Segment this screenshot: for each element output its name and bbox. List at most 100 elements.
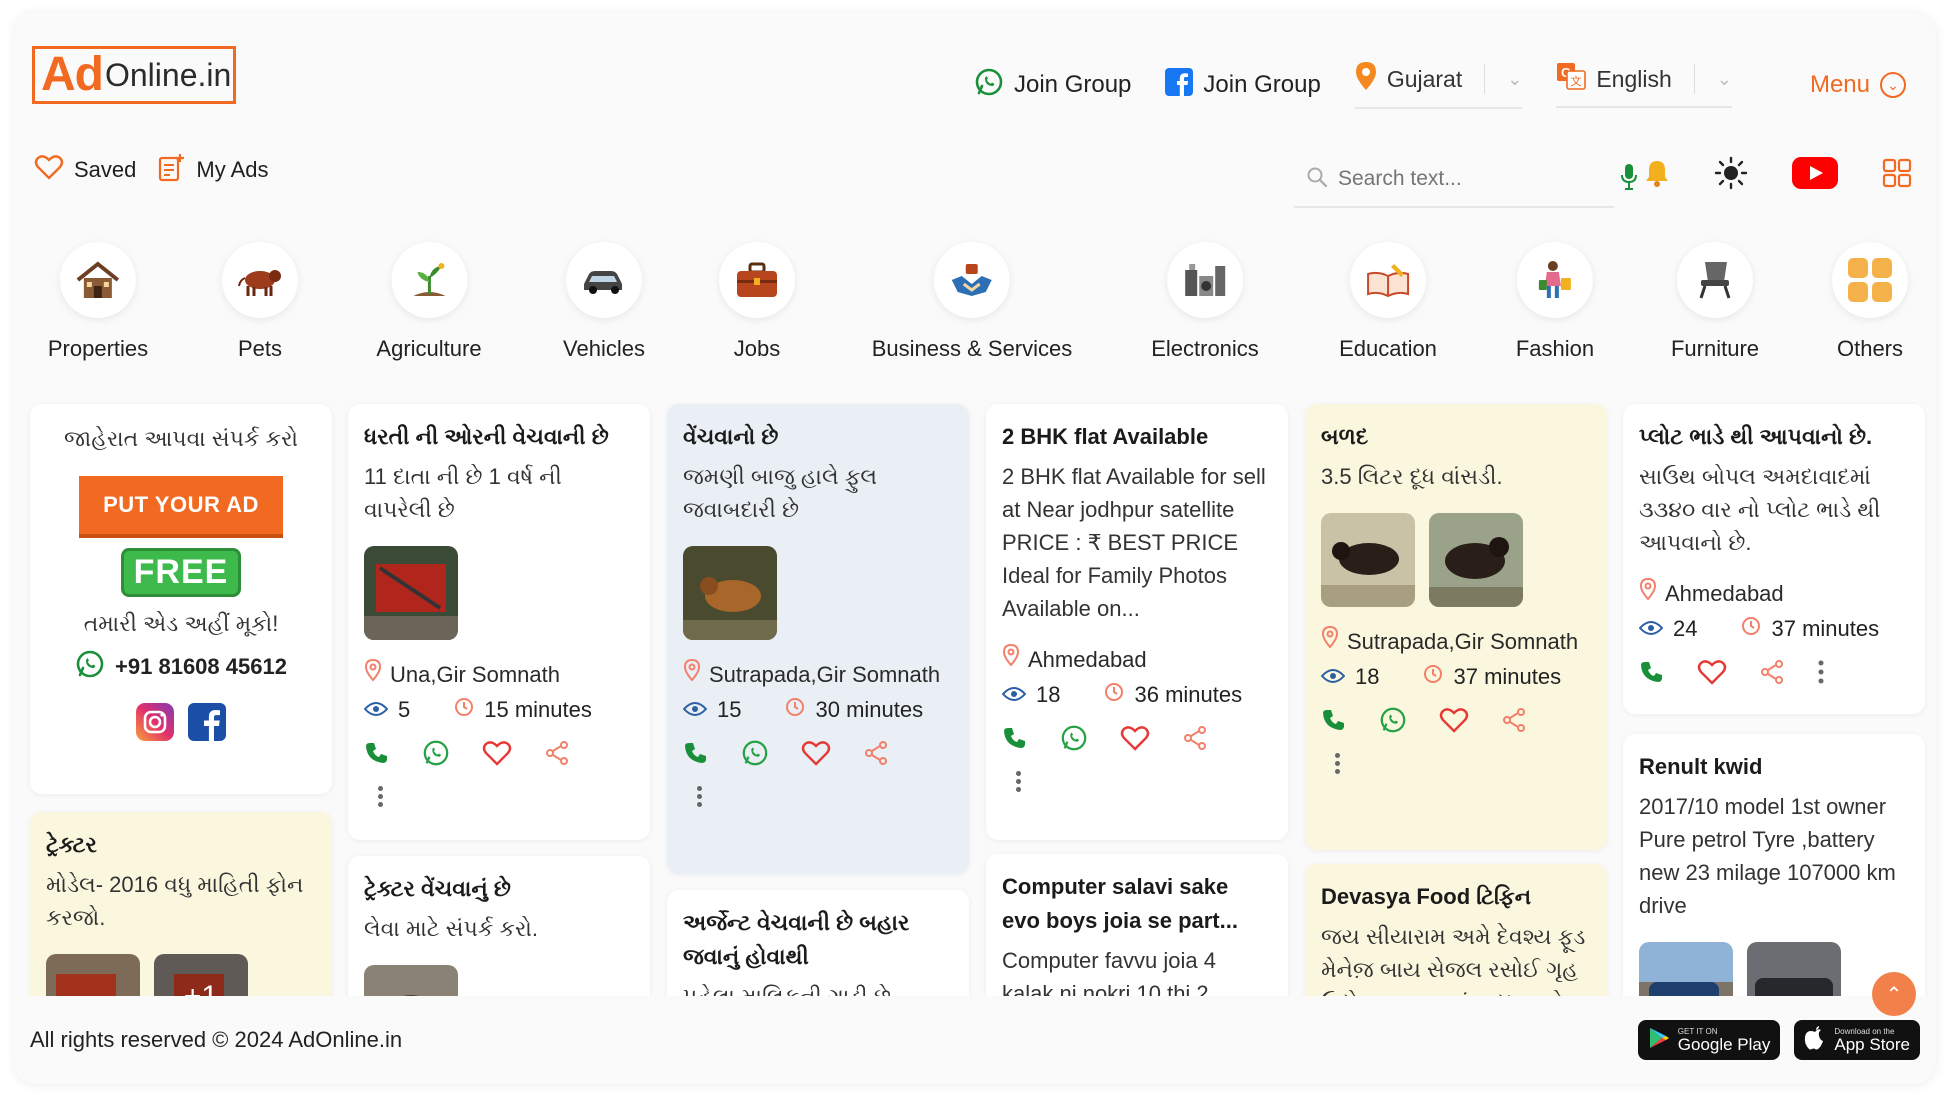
whatsapp-icon[interactable] (741, 739, 769, 772)
views-count: 24 (1673, 616, 1698, 641)
top-actions: Join Group Join Group Gujarat ⌄ G文 Engli… (974, 60, 1906, 110)
share-icon[interactable] (1501, 707, 1527, 738)
posted-time: 36 minutes (1134, 682, 1243, 707)
posted-time: 30 minutes (815, 697, 924, 722)
share-icon[interactable] (863, 740, 889, 771)
more-options-icon[interactable] (1817, 659, 1825, 690)
more-options-icon[interactable] (1335, 753, 1341, 774)
instagram-icon[interactable] (136, 703, 174, 746)
heart-outline-icon[interactable] (1697, 658, 1727, 691)
theme-toggle-sun-icon[interactable] (1714, 156, 1748, 195)
listing-location: Una,Gir Somnath (364, 658, 634, 691)
listing-card[interactable]: પ્લોટ ભાડે થી આપવાનો છે. સાઉથ બોપલ અમદાવ… (1623, 404, 1925, 714)
category-others[interactable]: Others (1832, 242, 1908, 362)
listing-actions (1639, 658, 1909, 691)
heart-outline-icon[interactable] (482, 739, 512, 772)
grid-apps-icon[interactable] (1882, 158, 1912, 193)
phone-icon[interactable] (1002, 725, 1028, 756)
views-count: 18 (1355, 664, 1380, 689)
listing-actions (364, 739, 634, 772)
category-label: Pets (237, 336, 283, 361)
google-play-badge[interactable]: GET IT ON Google Play (1637, 1020, 1781, 1060)
category-label: Education (1339, 336, 1437, 361)
site-logo[interactable]: Ad Online.in (32, 42, 237, 104)
phone-icon[interactable] (1321, 707, 1347, 738)
whatsapp-join-group-link[interactable]: Join Group (974, 67, 1131, 104)
promo-phone[interactable]: +91 81608 45612 (46, 649, 316, 685)
views-count: 15 (717, 697, 742, 722)
more-options-icon[interactable] (1016, 771, 1022, 792)
listing-title: અર્જેન્ટ વેચવાની છે બહાર જવાનું હોવાથી (683, 910, 910, 969)
scroll-to-top-button[interactable]: ⌃ (1872, 972, 1916, 1016)
category-label: Furniture (1670, 336, 1760, 361)
bell-icon[interactable] (1644, 158, 1670, 193)
heart-outline-icon[interactable] (801, 739, 831, 772)
menu-button[interactable]: Menu ⌄ (1810, 71, 1906, 99)
phone-icon[interactable] (364, 740, 390, 771)
share-icon[interactable] (544, 740, 570, 771)
phone-icon[interactable] (1639, 659, 1665, 690)
whatsapp-join-group-label: Join Group (1014, 71, 1132, 98)
category-properties[interactable]: Properties (48, 242, 148, 362)
category-fashion[interactable]: Fashion (1516, 242, 1594, 362)
location-pin-outline-icon (683, 658, 701, 691)
listing-description: 2 BHK flat Available for sell at Near jo… (1002, 464, 1266, 621)
listing-photo[interactable] (1321, 513, 1415, 607)
eye-icon (1638, 616, 1664, 642)
state-select[interactable]: Gujarat ⌄ (1354, 61, 1523, 109)
listing-card[interactable]: બળદ 3.5 લિટર દૂધ વાંસડી. Sutrapada,Gir S… (1305, 404, 1607, 850)
promo-subtext: તમારી એડ અહીં મૂકો! (83, 611, 279, 636)
promo-social-links (46, 703, 316, 746)
my-ads-link[interactable]: My Ads (158, 152, 269, 188)
category-vehicles[interactable]: Vehicles (563, 242, 645, 362)
category-electronics[interactable]: Electronics (1151, 242, 1259, 362)
put-your-ad-button[interactable]: PUT YOUR AD (79, 476, 283, 534)
category-label: Business & Services (871, 336, 1073, 361)
facebook-icon (1165, 67, 1194, 103)
listing-description: 3.5 લિટર દૂધ વાંસડી. (1321, 464, 1503, 489)
phone-icon[interactable] (683, 740, 709, 771)
category-furniture[interactable]: Furniture (1671, 242, 1759, 362)
category-education[interactable]: Education (1339, 242, 1437, 362)
language-select[interactable]: G文 English ⌄ (1556, 62, 1732, 108)
saved-link[interactable]: Saved (34, 153, 136, 187)
listing-title: ધરતી ની ઓરની વેચવાની છે (364, 424, 609, 449)
category-business-services[interactable]: Business & Services (871, 242, 1073, 362)
listing-card[interactable]: ધરતી ની ઓરની વેચવાની છે 11 દાતા ની છે 1 … (348, 404, 650, 840)
share-icon[interactable] (1182, 725, 1208, 756)
youtube-icon[interactable] (1792, 157, 1838, 194)
listing-title: ટ્રેક્ટર વેંચવાનું છે (364, 876, 511, 901)
listing-photo[interactable] (364, 546, 458, 640)
listing-card[interactable]: 2 BHK flat Available 2 BHK flat Availabl… (986, 404, 1288, 840)
search-icon (1306, 166, 1328, 193)
listing-card[interactable]: વેંચવાનો છે જમણી બાજુ હાલે ફુલ જવાબદારી … (667, 404, 969, 874)
category-label: Fashion (1515, 336, 1595, 361)
search-input[interactable] (1338, 167, 1609, 191)
facebook-icon[interactable] (188, 703, 226, 746)
more-options-icon[interactable] (697, 786, 703, 807)
heart-outline-icon[interactable] (1439, 706, 1469, 739)
more-options-icon[interactable] (378, 786, 384, 807)
whatsapp-icon[interactable] (422, 739, 450, 772)
category-pets[interactable]: Pets (222, 242, 298, 362)
listing-photo[interactable] (1429, 513, 1523, 607)
listing-photo[interactable] (683, 546, 777, 640)
saved-label: Saved (74, 157, 137, 182)
google-play-icon (1648, 1026, 1670, 1055)
whatsapp-icon[interactable] (1379, 706, 1407, 739)
app-store-badge[interactable]: Download on the App Store (1794, 1020, 1920, 1060)
category-jobs[interactable]: Jobs (719, 242, 795, 362)
heart-outline-icon[interactable] (1120, 724, 1150, 757)
category-agriculture[interactable]: Agriculture (376, 242, 482, 362)
share-icon[interactable] (1759, 659, 1785, 690)
my-ads-label: My Ads (196, 157, 269, 182)
listing-card[interactable]: ટ્રેક્ટર મોડેલ- 2016 વધુ માહિતી ફોન કરજો… (30, 812, 332, 1012)
location-pin-icon (1355, 61, 1377, 97)
facebook-join-group-link[interactable]: Join Group (1165, 67, 1321, 103)
free-badge: FREE (120, 548, 242, 597)
views-count: 5 (398, 697, 411, 722)
microphone-icon[interactable] (1619, 162, 1639, 197)
listing-description: જમણી બાજુ હાલે ફુલ જવાબદારી છે (683, 464, 878, 522)
listing-meta: 24 37 minutes (1638, 616, 1909, 642)
whatsapp-icon[interactable] (1060, 724, 1088, 757)
